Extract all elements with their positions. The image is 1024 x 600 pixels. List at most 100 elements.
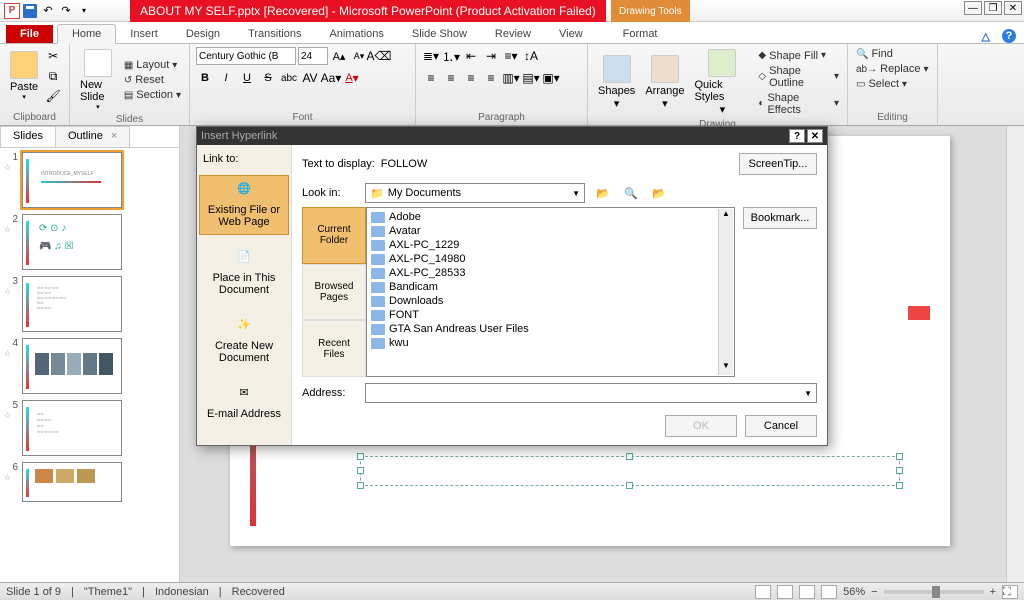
cancel-button[interactable]: Cancel [745,415,817,437]
browse-file-icon[interactable]: 📂 [649,183,669,203]
minimize-button[interactable]: — [964,1,982,15]
select-button[interactable]: ▭ Select ▾ [854,77,931,91]
format-painter-icon[interactable]: 🖌 [44,87,62,105]
browse-web-icon[interactable]: 🔍 [621,183,641,203]
status-recovered[interactable]: Recovered [232,586,285,598]
align-right-icon[interactable]: ≡ [462,69,480,87]
outline-tab[interactable]: Outline× [55,126,130,147]
list-item[interactable]: Avatar [369,224,732,238]
linkto-existing-file[interactable]: 🌐Existing File or Web Page [199,175,289,235]
vertical-scrollbar[interactable] [1006,126,1024,582]
shape-effects-button[interactable]: ◐ Shape Effects ▾ [756,91,841,117]
dialog-close-icon[interactable]: ✕ [807,129,823,143]
strike-button[interactable]: S [259,69,277,87]
undo-icon[interactable]: ↶ [40,3,56,19]
tab-insert[interactable]: Insert [116,25,172,43]
close-button[interactable]: ✕ [1004,1,1022,15]
underline-button[interactable]: U [238,69,256,87]
reset-button[interactable]: ↺ Reset [122,73,183,87]
dialog-titlebar[interactable]: Insert Hyperlink ? ✕ [197,127,827,145]
tab-format[interactable]: Format [609,25,672,43]
file-list[interactable]: ▲ ▼ AdobeAvatarAXL-PC_1229AXL-PC_14980AX… [366,207,735,377]
linkto-place-in-doc[interactable]: 📄Place in This Document [199,243,289,303]
status-language[interactable]: Indonesian [155,586,209,598]
tab-file[interactable]: File [6,25,53,43]
grow-font-icon[interactable]: A▴ [330,47,348,65]
screentip-button[interactable]: ScreenTip... [739,153,817,175]
list-item[interactable]: AXL-PC_14980 [369,252,732,266]
filelist-scrollbar[interactable]: ▲ ▼ [718,209,733,375]
zoom-in-icon[interactable]: + [990,586,996,598]
text-direction-icon[interactable]: ↕A [522,47,540,65]
font-color-icon[interactable]: A▾ [343,69,361,87]
tab-review[interactable]: Review [481,25,545,43]
list-item[interactable]: Downloads [369,294,732,308]
status-slide[interactable]: Slide 1 of 9 [6,586,61,598]
close-panel-icon[interactable]: × [111,130,117,142]
bullets-icon[interactable]: ≣▾ [422,47,440,65]
linkto-email[interactable]: ✉E-mail Address [199,379,289,427]
selected-textbox[interactable] [360,456,900,486]
thumb-6[interactable] [22,462,122,502]
thumb-2[interactable]: ⟳ ⊙ ♪🎮 ♫ ☒ [22,214,122,270]
browsed-pages-tab[interactable]: Browsed Pages [302,264,366,321]
shape-outline-button[interactable]: ◇ Shape Outline ▾ [756,64,841,90]
tab-animations[interactable]: Animations [315,25,397,43]
dialog-help-icon[interactable]: ? [789,129,805,143]
align-center-icon[interactable]: ≡ [442,69,460,87]
line-spacing-icon[interactable]: ≡▾ [502,47,520,65]
indent-inc-icon[interactable]: ⇥ [482,47,500,65]
numbering-icon[interactable]: ⒈▾ [442,47,460,65]
replace-button[interactable]: ab→ Replace ▾ [854,62,931,76]
redo-icon[interactable]: ↷ [58,3,74,19]
indent-dec-icon[interactable]: ⇤ [462,47,480,65]
find-button[interactable]: 🔍 Find [854,47,931,61]
thumb-1[interactable]: INTRODUCE_MYSELF [22,152,122,208]
section-button[interactable]: ▤ Section ▾ [122,88,183,102]
linkto-create-new[interactable]: ✨Create New Document [199,311,289,371]
minimize-ribbon-icon[interactable]: △ [982,30,990,43]
slides-tab[interactable]: Slides [0,126,56,147]
slideshow-view-icon[interactable] [821,585,837,599]
normal-view-icon[interactable] [755,585,771,599]
tab-home[interactable]: Home [57,24,116,44]
new-slide-button[interactable]: New Slide▾ [76,47,120,113]
tab-view[interactable]: View [545,25,597,43]
align-left-icon[interactable]: ≡ [422,69,440,87]
thumb-4[interactable] [22,338,122,394]
zoom-percent[interactable]: 56% [843,586,865,598]
tab-design[interactable]: Design [172,25,234,43]
char-spacing-icon[interactable]: AV [301,69,319,87]
zoom-slider[interactable] [884,590,984,594]
smartart-icon[interactable]: ▣▾ [542,69,560,87]
columns-icon[interactable]: ▥▾ [502,69,520,87]
save-icon[interactable] [22,3,38,19]
zoom-out-icon[interactable]: − [871,586,877,598]
shape-red-rect[interactable] [908,306,930,320]
thumb-3[interactable]: text text texttext texttext text text te… [22,276,122,332]
fit-window-icon[interactable]: ⛶ [1002,585,1018,599]
align-justify-icon[interactable]: ≡ [482,69,500,87]
help-icon[interactable]: ? [1002,29,1016,43]
shrink-font-icon[interactable]: A▾ [350,47,368,65]
list-item[interactable]: FONT [369,308,732,322]
font-size-combo[interactable]: 24 [298,47,328,65]
shadow-button[interactable]: abc [280,69,298,87]
layout-button[interactable]: ▦ Layout ▾ [122,58,183,72]
align-text-icon[interactable]: ▤▾ [522,69,540,87]
address-combo[interactable]: ▼ [365,383,817,403]
list-item[interactable]: AXL-PC_28533 [369,266,732,280]
shapes-button[interactable]: Shapes▾ [594,53,639,112]
list-item[interactable]: kwu [369,336,732,350]
copy-icon[interactable]: ⧉ [44,67,62,85]
thumb-5[interactable]: texttext texttexttext text text [22,400,122,456]
status-theme[interactable]: "Theme1" [84,586,132,598]
bookmark-button[interactable]: Bookmark... [743,207,817,229]
reading-view-icon[interactable] [799,585,815,599]
list-item[interactable]: AXL-PC_1229 [369,238,732,252]
shape-fill-button[interactable]: ◆ Shape Fill ▾ [756,49,841,63]
cut-icon[interactable]: ✂ [44,47,62,65]
restore-button[interactable]: ❐ [984,1,1002,15]
bold-button[interactable]: B [196,69,214,87]
current-folder-tab[interactable]: Current Folder [302,207,366,264]
